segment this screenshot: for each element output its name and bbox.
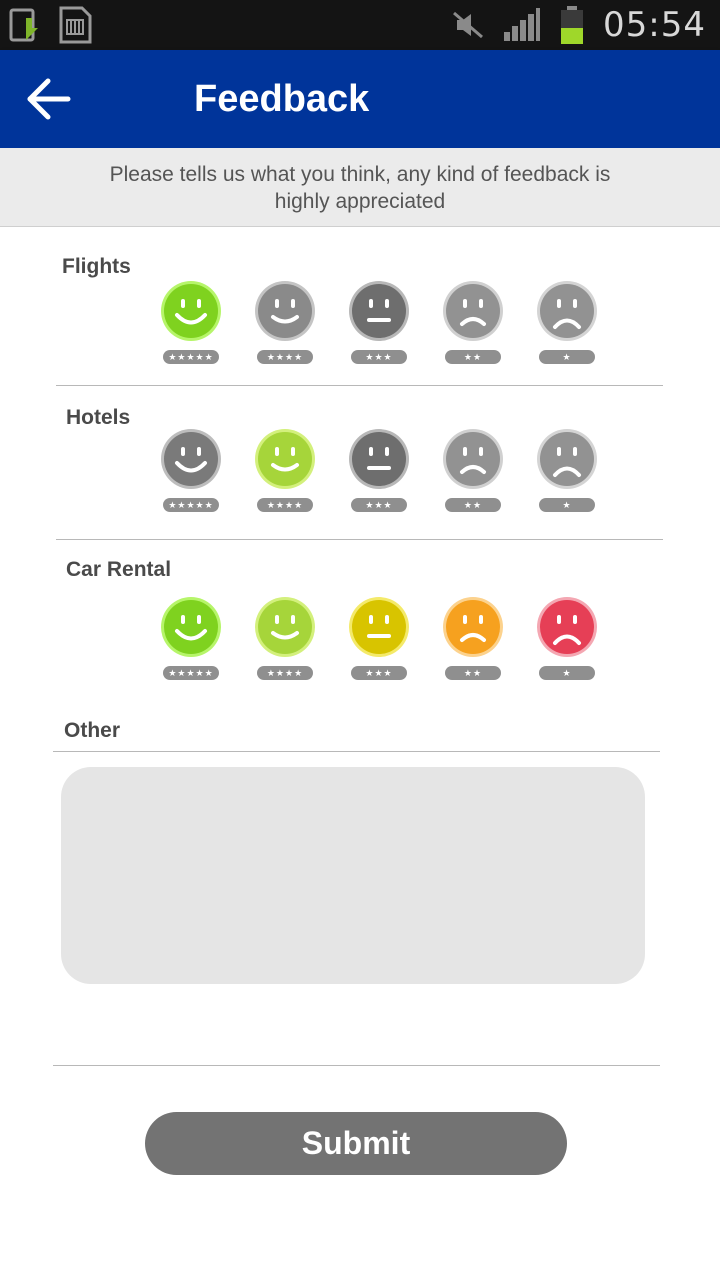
frown-face-icon xyxy=(442,428,504,490)
subtitle-text: Please tells us what you think, any kind… xyxy=(109,163,611,213)
rating-option[interactable]: ★★★★★ xyxy=(160,428,224,518)
sad-face-icon xyxy=(536,428,598,490)
star-rating-badge: ★★★ xyxy=(351,666,407,680)
frown-face-icon xyxy=(442,596,504,658)
section-label-car-rental: Car Rental xyxy=(66,558,172,581)
status-clock: 05:54 xyxy=(603,5,706,45)
smile-face-icon xyxy=(254,280,316,342)
section-label-flights: Flights xyxy=(62,255,131,278)
divider xyxy=(56,539,663,540)
rating-option[interactable]: ★★★★ xyxy=(254,280,318,370)
rating-option[interactable]: ★★★ xyxy=(348,280,412,370)
big-smile-face-icon xyxy=(160,428,222,490)
section-label-hotels: Hotels xyxy=(66,406,131,429)
download-icon xyxy=(9,8,38,42)
section-label-other: Other xyxy=(64,719,121,742)
neutral-face-icon xyxy=(348,428,410,490)
neutral-face-icon xyxy=(348,280,410,342)
star-rating-badge: ★★★★★ xyxy=(163,350,219,364)
star-rating-badge: ★★★ xyxy=(351,498,407,512)
other-feedback-input[interactable] xyxy=(61,767,645,984)
star-rating-badge: ★ xyxy=(539,498,595,512)
rating-option[interactable]: ★ xyxy=(536,428,600,518)
signal-icon xyxy=(504,8,541,41)
star-rating-badge: ★ xyxy=(539,666,595,680)
app-bar: Feedback xyxy=(0,50,720,148)
big-smile-face-icon xyxy=(160,280,222,342)
star-rating-badge: ★★ xyxy=(445,350,501,364)
rating-option[interactable]: ★★★ xyxy=(348,596,412,686)
status-right-icons: 05:54 xyxy=(451,5,706,45)
rating-option[interactable]: ★ xyxy=(536,596,600,686)
smile-face-icon xyxy=(254,596,316,658)
page-title: Feedback xyxy=(194,78,370,120)
rating-option[interactable]: ★★ xyxy=(442,596,506,686)
rating-row-car-rental: ★★★★★ ★★★★ ★★★ ★★ ★ xyxy=(160,596,600,686)
rating-option[interactable]: ★★★★★ xyxy=(160,596,224,686)
star-rating-badge: ★★ xyxy=(445,498,501,512)
rating-option[interactable]: ★★★★ xyxy=(254,596,318,686)
rating-option[interactable]: ★ xyxy=(536,280,600,370)
star-rating-badge: ★★ xyxy=(445,666,501,680)
submit-button[interactable]: Submit xyxy=(145,1112,567,1175)
mute-icon xyxy=(453,11,483,39)
star-rating-badge: ★ xyxy=(539,350,595,364)
subtitle-band: Please tells us what you think, any kind… xyxy=(0,148,720,227)
back-button[interactable] xyxy=(24,76,80,122)
rating-option[interactable]: ★★★★★ xyxy=(160,280,224,370)
rating-option[interactable]: ★★★★ xyxy=(254,428,318,518)
divider xyxy=(53,751,660,752)
status-left-icons xyxy=(8,6,92,44)
sad-face-icon xyxy=(536,280,598,342)
star-rating-badge: ★★★ xyxy=(351,350,407,364)
rating-option[interactable]: ★★ xyxy=(442,428,506,518)
arrow-left-icon xyxy=(27,78,71,120)
sad-face-icon xyxy=(536,596,598,658)
divider xyxy=(56,385,663,386)
rating-row-flights: ★★★★★ ★★★★ ★★★ ★★ ★ xyxy=(160,280,600,370)
status-bar: 05:54 xyxy=(0,0,720,50)
big-smile-face-icon xyxy=(160,596,222,658)
star-rating-badge: ★★★★ xyxy=(257,498,313,512)
rating-option[interactable]: ★★★ xyxy=(348,428,412,518)
battery-icon xyxy=(561,6,584,44)
smile-face-icon xyxy=(254,428,316,490)
star-rating-badge: ★★★★ xyxy=(257,350,313,364)
frown-face-icon xyxy=(442,280,504,342)
rating-row-hotels: ★★★★★ ★★★★ ★★★ ★★ ★ xyxy=(160,428,600,518)
rating-option[interactable]: ★★ xyxy=(442,280,506,370)
sim-card-icon xyxy=(59,6,92,44)
star-rating-badge: ★★★★★ xyxy=(163,666,219,680)
neutral-face-icon xyxy=(348,596,410,658)
star-rating-badge: ★★★★★ xyxy=(163,498,219,512)
divider xyxy=(53,1065,660,1066)
star-rating-badge: ★★★★ xyxy=(257,666,313,680)
